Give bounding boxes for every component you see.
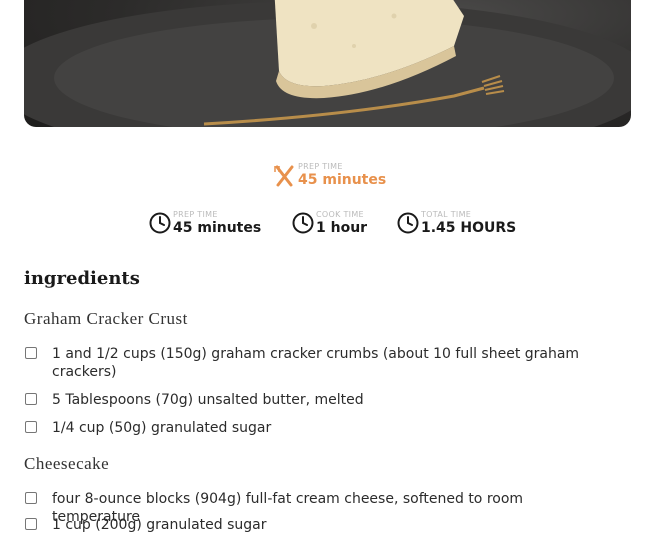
prep-time-highlight: PREP TIME 45 minutes xyxy=(274,162,414,192)
crust-group-heading: Graham Cracker Crust xyxy=(24,309,188,328)
total-time-label: TOTAL TIME xyxy=(421,210,472,219)
prep-time-value: 45 minutes xyxy=(173,220,262,236)
utensils-icon xyxy=(274,164,296,192)
ingredient-checkbox[interactable] xyxy=(25,421,37,433)
clock-icon xyxy=(397,212,419,238)
recipe-photo xyxy=(24,0,631,127)
ingredient-text: 1/4 cup (50g) granulated sugar xyxy=(52,420,272,436)
ingredient-text: 1 and 1/2 cups (150g) graham cracker cru… xyxy=(52,346,580,380)
cheesecake-slice-illustration xyxy=(24,0,631,127)
ingredient-checkbox[interactable] xyxy=(25,518,37,530)
cook-time-label: COOK TIME xyxy=(316,210,364,219)
ingredient-checkbox[interactable] xyxy=(25,393,37,405)
clock-icon xyxy=(149,212,171,238)
cook-time-value: 1 hour xyxy=(316,220,368,236)
prep-time-highlight-value: 45 minutes xyxy=(298,172,387,188)
cheesecake-group-heading: Cheesecake xyxy=(24,454,110,473)
total-time-value: 1.45 hours xyxy=(421,220,517,236)
clock-icon xyxy=(292,212,314,238)
prep-time-label: PREP TIME xyxy=(173,210,218,219)
ingredient-text: 5 Tablespoons (70g) unsalted butter, mel… xyxy=(52,392,364,408)
ingredient-checkbox[interactable] xyxy=(25,492,37,504)
ingredient-checkbox[interactable] xyxy=(25,347,37,359)
ingredient-text: 1 cup (200g) granulated sugar xyxy=(52,517,267,533)
prep-time-highlight-label: PREP TIME xyxy=(298,162,343,171)
ingredients-heading: ingredients xyxy=(24,268,140,289)
